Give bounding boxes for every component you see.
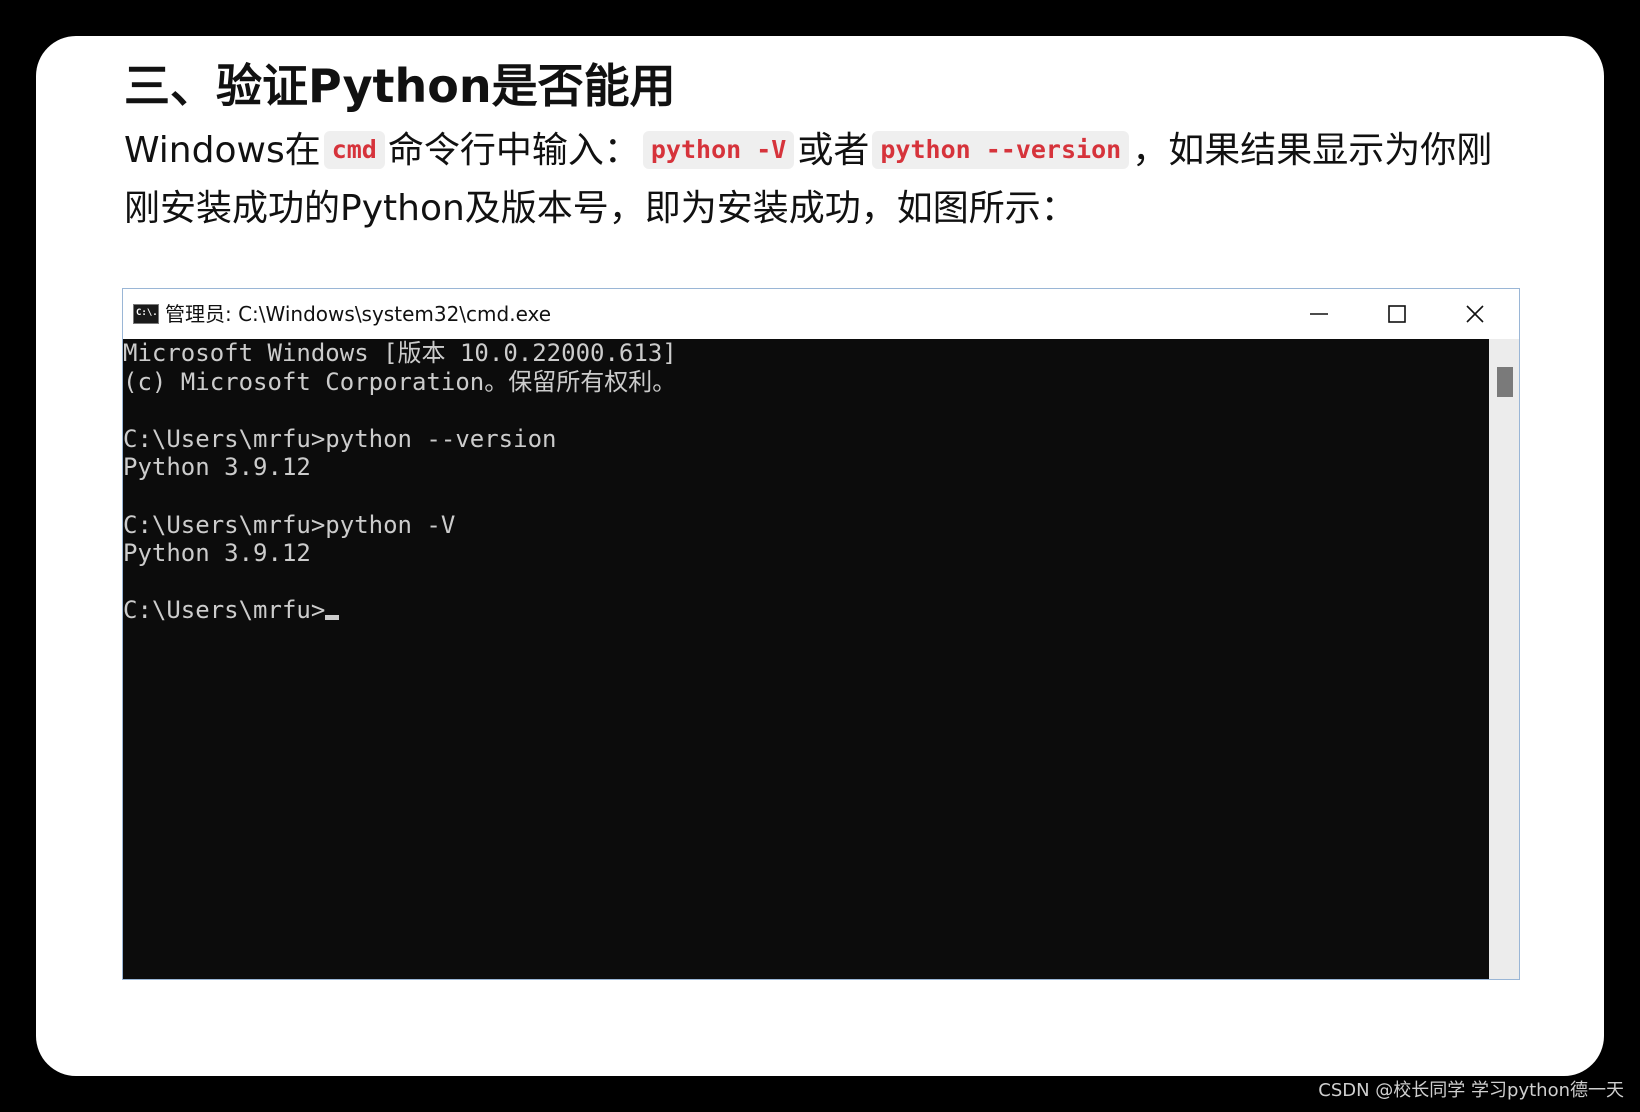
console-output[interactable]: Microsoft Windows [版本 10.0.22000.613] (c… bbox=[123, 339, 1489, 979]
close-icon bbox=[1466, 305, 1484, 323]
console-line: Microsoft Windows [版本 10.0.22000.613] bbox=[123, 339, 677, 367]
inline-code-cmd: cmd bbox=[323, 131, 385, 169]
instruction-paragraph: Windows在 cmd 命令行中输入： python -V 或者 python --ve… bbox=[124, 122, 1564, 238]
console-line: C:\Users\mrfu>python -V bbox=[123, 510, 456, 539]
scrollbar-thumb[interactable] bbox=[1497, 367, 1513, 397]
watermark: CSDN @校长同学 学习python德一天 bbox=[1318, 1080, 1624, 1101]
text-cursor bbox=[325, 615, 340, 621]
vertical-scrollbar[interactable] bbox=[1489, 339, 1519, 979]
maximize-button[interactable] bbox=[1365, 289, 1429, 339]
inline-code-python-v: python -V bbox=[642, 131, 795, 169]
paragraph-text: 或者 bbox=[797, 130, 870, 171]
cmd-icon: C:\. bbox=[133, 304, 159, 324]
console-line: Python 3.9.12 bbox=[123, 539, 311, 568]
close-button[interactable] bbox=[1443, 289, 1507, 339]
minimize-button[interactable] bbox=[1287, 289, 1351, 339]
console-prompt: C:\Users\mrfu> bbox=[123, 596, 326, 625]
console-line: (c) Microsoft Corporation。保留所有权利。 bbox=[123, 367, 677, 396]
inline-code-python-version: python --version bbox=[872, 131, 1130, 169]
maximize-icon bbox=[1388, 305, 1406, 323]
console-prompt-line[interactable]: C:\Users\mrfu> bbox=[123, 596, 1489, 625]
window-titlebar[interactable]: C:\. 管理员: C:\Windows\system32\cmd.exe bbox=[123, 289, 1519, 339]
window-title: 管理员: C:\Windows\system32\cmd.exe bbox=[165, 302, 552, 326]
paragraph-line-2: 刚安装成功的Python及版本号，即为安装成功，如图所示： bbox=[124, 188, 1077, 229]
paragraph-text: ，如果结果显示为你刚 bbox=[1132, 130, 1493, 171]
page-title: 三、验证Python是否能用 bbox=[124, 59, 676, 113]
console-line: Python 3.9.12 bbox=[123, 453, 311, 482]
slide-card: 三、验证Python是否能用 Windows在 cmd 命令行中输入： python … bbox=[36, 36, 1604, 1076]
cmd-icon-glyph: C:\. bbox=[136, 308, 158, 318]
paragraph-text: 命令行中输入： bbox=[387, 130, 640, 171]
paragraph-line-1: Windows在 cmd 命令行中输入： python -V 或者 python --ve… bbox=[124, 122, 1564, 180]
console-line: C:\Users\mrfu>python --version bbox=[123, 424, 557, 453]
paragraph-text: Windows在 bbox=[124, 130, 321, 171]
cmd-window: C:\. 管理员: C:\Windows\system32\cmd.exe Mi… bbox=[122, 288, 1520, 980]
minimize-icon bbox=[1310, 313, 1328, 315]
